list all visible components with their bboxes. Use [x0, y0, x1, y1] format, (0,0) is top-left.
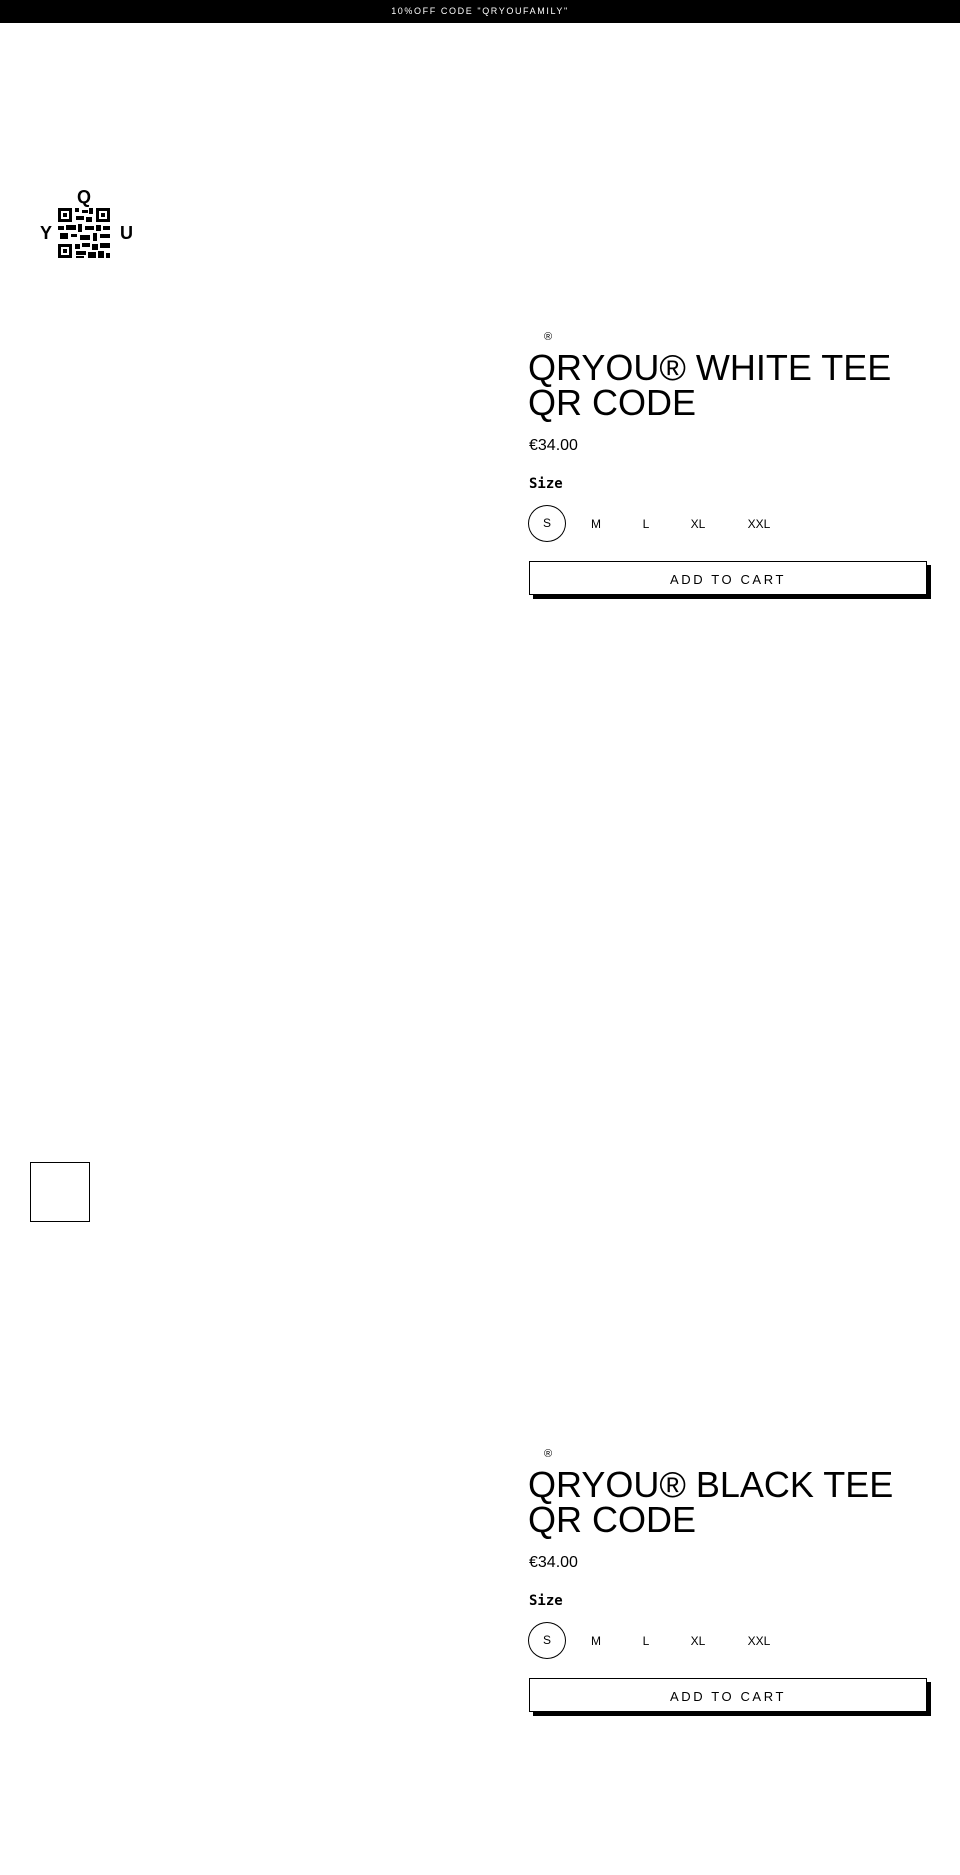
product-price: €34.00: [529, 437, 578, 454]
size-option-l[interactable]: L: [636, 505, 656, 543]
product-mark: ®: [544, 331, 553, 343]
product-title: QRYOU® BLACK TEE QR CODE: [528, 1464, 894, 1540]
product-thumbnail[interactable]: [30, 1162, 90, 1222]
product-title: QRYOU® WHITE TEE QR CODE: [528, 347, 892, 423]
product-mark: ®: [544, 1448, 553, 1460]
logo-letter-q: Q: [77, 187, 91, 207]
size-option-m[interactable]: M: [586, 505, 606, 543]
logo-letter-y: Y: [40, 223, 52, 243]
size-option-l[interactable]: L: [636, 1622, 656, 1660]
product-price: €34.00: [529, 1554, 578, 1571]
add-to-cart-button[interactable]: ADD TO CART: [529, 1678, 927, 1712]
logo-letter-u: U: [120, 223, 133, 243]
size-label: Size: [529, 476, 563, 492]
announcement-bar: 10%OFF CODE "QRYOUFAMILY": [0, 0, 960, 23]
size-option-s[interactable]: S: [528, 1622, 566, 1659]
size-option-xxl[interactable]: XXL: [744, 505, 774, 543]
size-option-m[interactable]: M: [586, 1622, 606, 1660]
size-label: Size: [529, 1593, 563, 1609]
size-option-xl[interactable]: XL: [686, 505, 710, 543]
add-to-cart-button[interactable]: ADD TO CART: [529, 561, 927, 595]
announcement-text: 10%OFF CODE "QRYOUFAMILY": [391, 6, 569, 16]
logo[interactable]: Q Y U: [38, 186, 138, 266]
qr-logo-icon: Q Y U: [40, 187, 133, 258]
size-option-xl[interactable]: XL: [686, 1622, 710, 1660]
size-option-xxl[interactable]: XXL: [744, 1622, 774, 1660]
size-option-s[interactable]: S: [528, 505, 566, 542]
